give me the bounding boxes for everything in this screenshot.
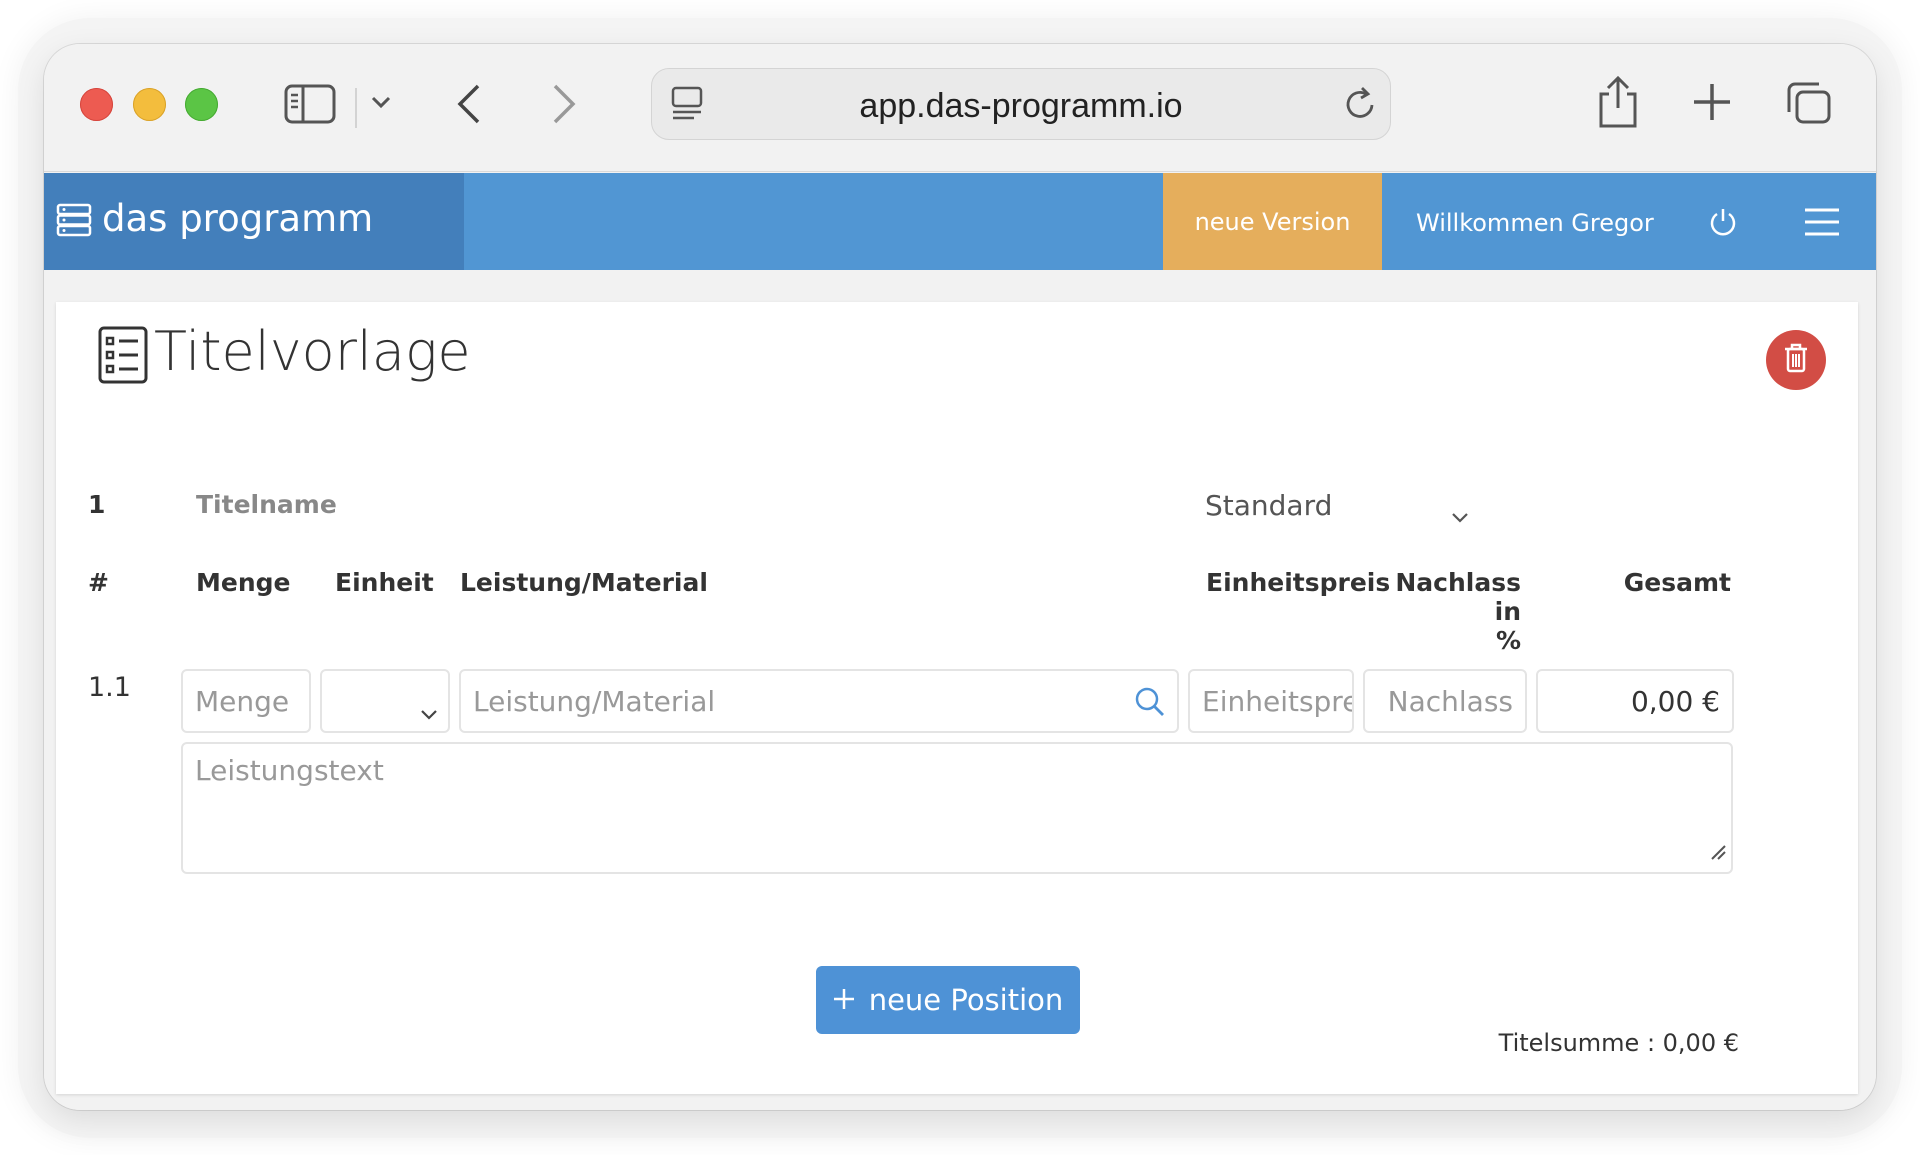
plus-icon xyxy=(833,983,855,1017)
sidebar-toggle-icon[interactable] xyxy=(284,82,336,126)
resize-handle-icon[interactable] xyxy=(1709,835,1727,868)
title-type-value: Standard xyxy=(1205,488,1333,522)
reload-icon[interactable] xyxy=(1342,85,1378,123)
title-type-select[interactable]: Standard xyxy=(1201,480,1481,530)
service-placeholder: Leistung/Material xyxy=(473,684,716,718)
position-index: 1.1 xyxy=(88,672,131,703)
delete-button[interactable] xyxy=(1766,330,1826,390)
column-header-unit: Einheit xyxy=(335,568,434,597)
title-name-input[interactable]: Titelname xyxy=(196,490,337,519)
tab-overview-icon[interactable] xyxy=(1785,80,1833,126)
column-header-total: Gesamt xyxy=(1623,568,1731,597)
column-header-quantity: Menge xyxy=(196,568,291,597)
welcome-user-link[interactable]: Willkommen Gregor xyxy=(1416,209,1654,237)
brand-name: das programm xyxy=(102,197,374,240)
service-text-area[interactable]: Leistungstext xyxy=(181,742,1733,874)
service-search-input[interactable]: Leistung/Material xyxy=(459,669,1179,733)
power-icon[interactable] xyxy=(1709,207,1737,241)
forward-icon[interactable] xyxy=(549,82,579,126)
unit-price-input[interactable]: Einheitspre xyxy=(1188,669,1354,733)
server-icon xyxy=(56,203,92,241)
toolbar-divider xyxy=(355,88,357,128)
column-header-index: # xyxy=(88,568,109,597)
column-header-discount: Nachlass in % xyxy=(1361,568,1521,655)
new-version-button[interactable]: neue Version xyxy=(1163,173,1382,270)
unit-select[interactable] xyxy=(320,669,450,733)
share-icon[interactable] xyxy=(1595,74,1641,130)
zoom-window-button[interactable] xyxy=(185,88,218,121)
list-details-icon xyxy=(98,326,148,388)
close-window-button[interactable] xyxy=(80,88,113,121)
column-header-discount-line2: % xyxy=(1495,626,1521,655)
hamburger-menu-icon[interactable] xyxy=(1804,207,1840,241)
total-field: 0,00 € xyxy=(1536,669,1734,733)
brand-link[interactable]: das programm xyxy=(44,173,464,270)
page-title: Titelvorlage xyxy=(154,320,471,383)
chevron-down-icon xyxy=(1451,498,1469,531)
browser-window: app.das-programm.io das programm neue Ve… xyxy=(44,44,1876,1110)
search-icon[interactable] xyxy=(1135,687,1165,724)
column-header-discount-line1: Nachlass in xyxy=(1395,568,1521,626)
add-position-label: neue Position xyxy=(868,983,1064,1017)
title-template-card: Titelvorlage 1 Titelname Standard # Meng… xyxy=(56,302,1858,1094)
discount-input[interactable]: Nachlass xyxy=(1363,669,1527,733)
chevron-down-icon xyxy=(420,695,438,728)
app-navbar: das programm neue Version Willkommen Gre… xyxy=(44,173,1876,270)
trash-icon xyxy=(1783,343,1809,377)
chevron-down-icon[interactable] xyxy=(370,94,392,110)
service-text-placeholder: Leistungstext xyxy=(195,754,384,787)
add-position-button[interactable]: neue Position xyxy=(816,966,1080,1034)
title-sum: Titelsumme : 0,00 € xyxy=(1498,1029,1739,1057)
new-tab-icon[interactable] xyxy=(1692,82,1732,122)
address-bar[interactable]: app.das-programm.io xyxy=(651,68,1391,140)
title-number: 1 xyxy=(88,490,106,519)
browser-toolbar: app.das-programm.io xyxy=(44,44,1876,172)
back-icon[interactable] xyxy=(454,82,484,126)
minimize-window-button[interactable] xyxy=(133,88,166,121)
quantity-input[interactable]: Menge xyxy=(181,669,311,733)
url-text[interactable]: app.das-programm.io xyxy=(652,87,1390,126)
column-header-service: Leistung/Material xyxy=(460,568,708,597)
